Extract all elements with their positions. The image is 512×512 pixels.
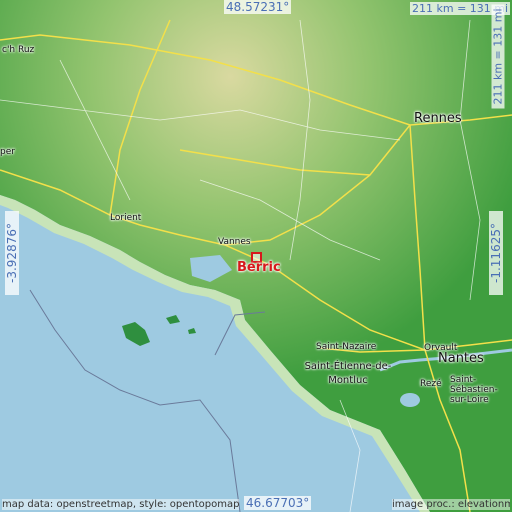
city-lorient: Lorient — [110, 213, 142, 223]
city-vannes: Vannes — [218, 237, 251, 247]
city-ch-ruz: c'h Ruz — [2, 45, 35, 55]
city-rennes: Rennes — [414, 111, 462, 126]
city-nantes: Nantes — [438, 351, 484, 366]
city-per: per — [0, 147, 15, 157]
coord-right-longitude: -1.11625° — [489, 211, 503, 295]
city-saint-sebastien-sur-loire: Saint-Sébastien-sur-Loire — [450, 375, 498, 405]
city-orvault: Orvault — [424, 343, 458, 353]
map-view[interactable]: Rennes Lorient Vannes Nantes Saint-Nazai… — [0, 0, 512, 512]
city-saint-nazaire: Saint-Nazaire — [316, 342, 377, 352]
city-saint-etienne-de-montluc: Saint-Étienne-de-Montluc — [304, 361, 392, 386]
map-attribution: map data: openstreetmap, style: opentopo… — [2, 499, 240, 510]
city-reze: Rezé — [420, 379, 442, 389]
island-3 — [188, 328, 196, 334]
image-attribution: image proc.: elevationmaps — [392, 499, 510, 510]
island-belle-ile — [122, 322, 150, 346]
location-label: Berric — [237, 260, 281, 275]
coord-left-longitude: -3.92876° — [5, 211, 19, 295]
coord-top-latitude: 48.57231° — [224, 0, 292, 14]
island-2 — [166, 315, 180, 324]
coord-bottom-latitude: 46.67703° — [244, 496, 312, 510]
lake-grand-lieu — [400, 393, 420, 407]
scale-side: 211 km = 131 mi — [491, 4, 505, 109]
